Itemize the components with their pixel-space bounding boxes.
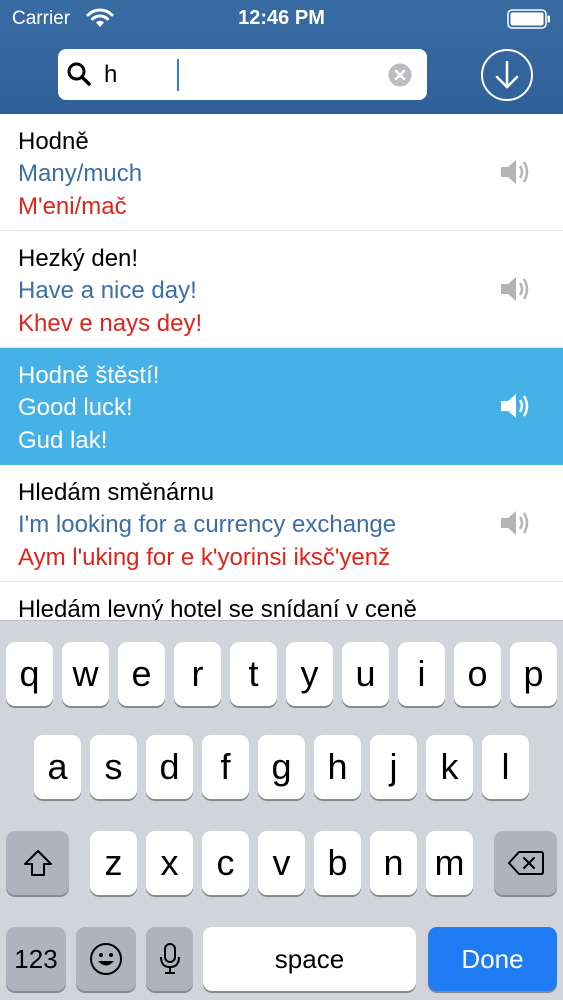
key-x[interactable]: x bbox=[146, 831, 193, 895]
phrase-row[interactable]: Hledám levný hotel se snídaní v ceně bbox=[0, 582, 563, 620]
czech-phrase: Hledám směnárnu bbox=[18, 479, 215, 506]
key-a[interactable]: a bbox=[34, 735, 81, 799]
key-k[interactable]: k bbox=[426, 735, 473, 799]
pronunciation: Gud lak! bbox=[18, 427, 108, 454]
key-t[interactable]: t bbox=[230, 642, 277, 706]
czech-phrase: Hodně bbox=[18, 128, 89, 155]
battery-icon bbox=[507, 9, 550, 29]
czech-phrase: Hezký den! bbox=[18, 245, 139, 272]
pronunciation: Aym l'uking for e k'yorinsi iksč'yenž bbox=[18, 544, 391, 571]
phrase-list: Hodně Many/much M'eni/mač Hezký den! Hav… bbox=[0, 114, 563, 620]
key-h[interactable]: h bbox=[314, 735, 361, 799]
key-z[interactable]: z bbox=[90, 831, 137, 895]
czech-phrase: Hodně štěstí! bbox=[18, 362, 160, 389]
key-v[interactable]: v bbox=[258, 831, 305, 895]
key-i[interactable]: i bbox=[398, 642, 445, 706]
key-q[interactable]: q bbox=[6, 642, 53, 706]
phrase-row[interactable]: Hezký den! Have a nice day! Khev e nays … bbox=[0, 231, 563, 348]
key-p[interactable]: p bbox=[510, 642, 557, 706]
shift-icon bbox=[23, 850, 52, 876]
czech-phrase: Hledám levný hotel se snídaní v ceně bbox=[18, 596, 417, 620]
key-r[interactable]: r bbox=[174, 642, 221, 706]
search-input[interactable] bbox=[104, 57, 384, 93]
app-header: Carrier 12:46 PM bbox=[0, 0, 563, 114]
english-translation: Many/much bbox=[18, 160, 143, 187]
key-b[interactable]: b bbox=[314, 831, 361, 895]
pronunciation: Khev e nays dey! bbox=[18, 310, 203, 337]
key-w[interactable]: w bbox=[62, 642, 109, 706]
status-bar: Carrier 12:46 PM bbox=[0, 0, 563, 40]
speaker-icon[interactable] bbox=[499, 158, 531, 186]
english-translation: Good luck! bbox=[18, 394, 133, 421]
microphone-icon bbox=[159, 943, 180, 974]
arrow-down-icon bbox=[495, 61, 519, 89]
key-e[interactable]: e bbox=[118, 642, 165, 706]
pronunciation: M'eni/mač bbox=[18, 193, 127, 220]
key-m[interactable]: m bbox=[426, 831, 473, 895]
key-u[interactable]: u bbox=[342, 642, 389, 706]
backspace-icon bbox=[507, 851, 544, 875]
key-l[interactable]: l bbox=[482, 735, 529, 799]
key-y[interactable]: y bbox=[286, 642, 333, 706]
numbers-key[interactable]: 123 bbox=[6, 927, 66, 991]
download-button[interactable] bbox=[481, 49, 533, 101]
search-bar[interactable] bbox=[58, 49, 427, 100]
text-cursor bbox=[177, 59, 179, 91]
search-icon bbox=[67, 62, 91, 86]
key-f[interactable]: f bbox=[202, 735, 249, 799]
key-o[interactable]: o bbox=[454, 642, 501, 706]
speaker-icon[interactable] bbox=[499, 509, 531, 537]
status-time: 12:46 PM bbox=[238, 7, 325, 29]
speaker-icon[interactable] bbox=[499, 392, 531, 420]
done-key[interactable]: Done bbox=[428, 927, 557, 991]
phrase-row[interactable]: Hledám směnárnu I'm looking for a curren… bbox=[0, 465, 563, 582]
english-translation: I'm looking for a currency exchange bbox=[18, 511, 397, 538]
key-d[interactable]: d bbox=[146, 735, 193, 799]
space-key[interactable]: space bbox=[203, 927, 416, 991]
dictation-key[interactable] bbox=[146, 927, 193, 991]
keyboard: q w e r t y u i o p a s d f g h j k l z … bbox=[0, 620, 563, 1000]
phrase-row-selected[interactable]: Hodně štěstí! Good luck! Gud lak! bbox=[0, 348, 563, 465]
key-j[interactable]: j bbox=[370, 735, 417, 799]
english-translation: Have a nice day! bbox=[18, 277, 197, 304]
key-c[interactable]: c bbox=[202, 831, 249, 895]
phrase-row[interactable]: Hodně Many/much M'eni/mač bbox=[0, 114, 563, 231]
emoji-key[interactable] bbox=[76, 927, 136, 991]
emoji-icon bbox=[90, 943, 122, 975]
shift-key[interactable] bbox=[6, 831, 69, 895]
clear-icon[interactable] bbox=[388, 63, 412, 87]
key-n[interactable]: n bbox=[370, 831, 417, 895]
delete-key[interactable] bbox=[494, 831, 557, 895]
key-g[interactable]: g bbox=[258, 735, 305, 799]
key-s[interactable]: s bbox=[90, 735, 137, 799]
speaker-icon[interactable] bbox=[499, 275, 531, 303]
